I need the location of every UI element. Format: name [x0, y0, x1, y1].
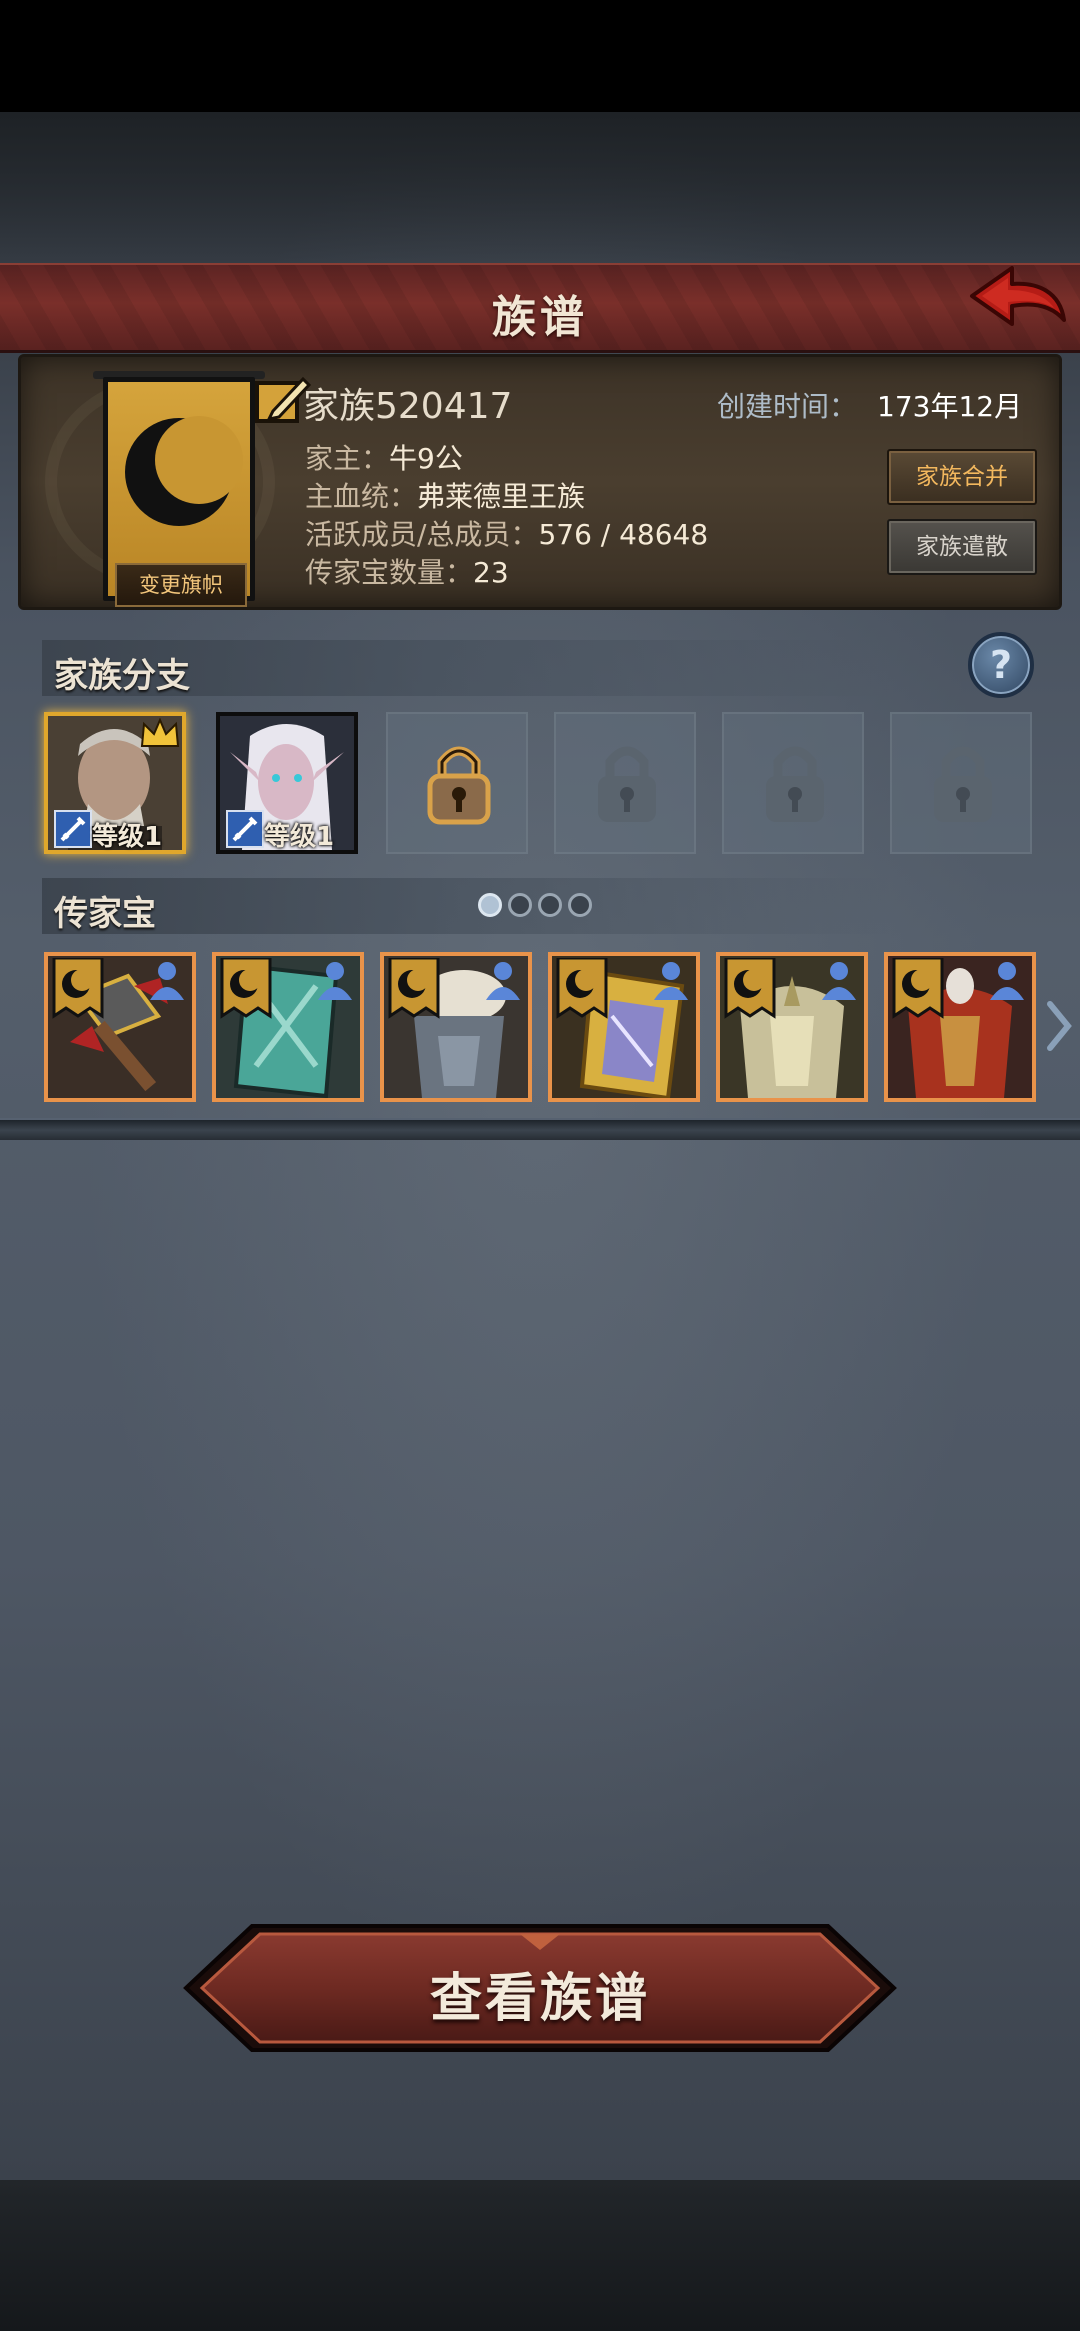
heirloom-item-6[interactable] — [884, 952, 1036, 1102]
person-icon — [654, 962, 688, 1000]
page-dot — [478, 893, 502, 917]
page-indicator — [478, 893, 592, 917]
branch-slot-5 — [722, 712, 864, 854]
members-row: 活跃成员/总成员：576 / 48648 — [305, 518, 709, 551]
family-flag-icon — [220, 958, 272, 1019]
leader-row: 家主：牛9公 — [305, 442, 463, 475]
person-icon — [486, 962, 520, 1000]
family-flag-icon — [388, 958, 440, 1019]
navigation-bar-area — [0, 2180, 1080, 2331]
heirloom-item-4[interactable] — [548, 952, 700, 1102]
padlock-icon — [598, 746, 656, 822]
bloodline-row: 主血统：弗莱德里王族 — [305, 480, 586, 513]
created-time-value: 173年12月 — [877, 390, 1023, 423]
person-icon — [822, 962, 856, 1000]
crown-icon — [140, 718, 180, 747]
disband-family-button[interactable]: 家族遣散 — [887, 519, 1037, 575]
question-mark-icon[interactable]: ? — [968, 632, 1034, 698]
page-title: 族谱 — [492, 292, 588, 343]
heirlooms-title: 传家宝 — [54, 894, 156, 934]
heirloom-item-2[interactable] — [212, 952, 364, 1102]
back-arrow-icon[interactable] — [968, 262, 1068, 342]
view-family-tree-label: 查看族谱 — [429, 1969, 650, 2029]
heirloom-item-1[interactable] — [44, 952, 196, 1102]
family-name: 家族520417 — [303, 386, 513, 427]
branch-slot-3[interactable] — [386, 712, 528, 854]
merge-family-button[interactable]: 家族合并 — [887, 449, 1037, 505]
branch-level: 等级1 — [92, 822, 163, 852]
status-bar-area — [0, 0, 1080, 112]
heirloom-item-3[interactable] — [380, 952, 532, 1102]
title-bar: 族谱 — [0, 263, 1080, 353]
branch-level: 等级1 — [264, 822, 335, 852]
heirloom-item-5[interactable] — [716, 952, 868, 1102]
page-dot — [538, 893, 562, 917]
branch-slot-4 — [554, 712, 696, 854]
branch-slot-2[interactable]: 等级1 — [216, 712, 358, 854]
branches-header: 家族分支 — [42, 640, 1042, 696]
family-flag-icon — [52, 958, 104, 1019]
heirloom-count: 23 — [473, 556, 509, 589]
person-icon — [990, 962, 1024, 1000]
page-dot — [568, 893, 592, 917]
bloodline-name: 弗莱德里王族 — [417, 480, 586, 513]
page-dot — [508, 893, 532, 917]
family-flag-icon — [724, 958, 776, 1019]
padlock-icon — [934, 746, 992, 822]
family-flag-icon — [556, 958, 608, 1019]
chevron-right-icon[interactable] — [1044, 998, 1074, 1054]
person-icon — [318, 962, 352, 1000]
heirloom-count-row: 传家宝数量：23 — [305, 556, 509, 589]
change-banner-button[interactable]: 变更旗帜 — [115, 563, 247, 607]
branch-slot-1[interactable]: 等级1 — [44, 712, 186, 854]
members-count: 576 / 48648 — [538, 518, 709, 551]
created-time-label: 创建时间： — [717, 390, 858, 423]
family-info-panel: 变更旗帜 家族520417 创建时间： 173年12月 家主：牛9公 主血统：弗… — [18, 354, 1062, 610]
family-flag-icon — [892, 958, 944, 1019]
branch-slot-6 — [890, 712, 1032, 854]
leader-name: 牛9公 — [389, 442, 463, 475]
section-divider — [0, 1118, 1080, 1140]
sword-icon — [54, 810, 92, 848]
person-icon — [150, 962, 184, 1000]
sword-icon — [226, 810, 264, 848]
padlock-icon — [766, 746, 824, 822]
branches-title: 家族分支 — [54, 656, 190, 696]
padlock-icon — [427, 746, 491, 825]
